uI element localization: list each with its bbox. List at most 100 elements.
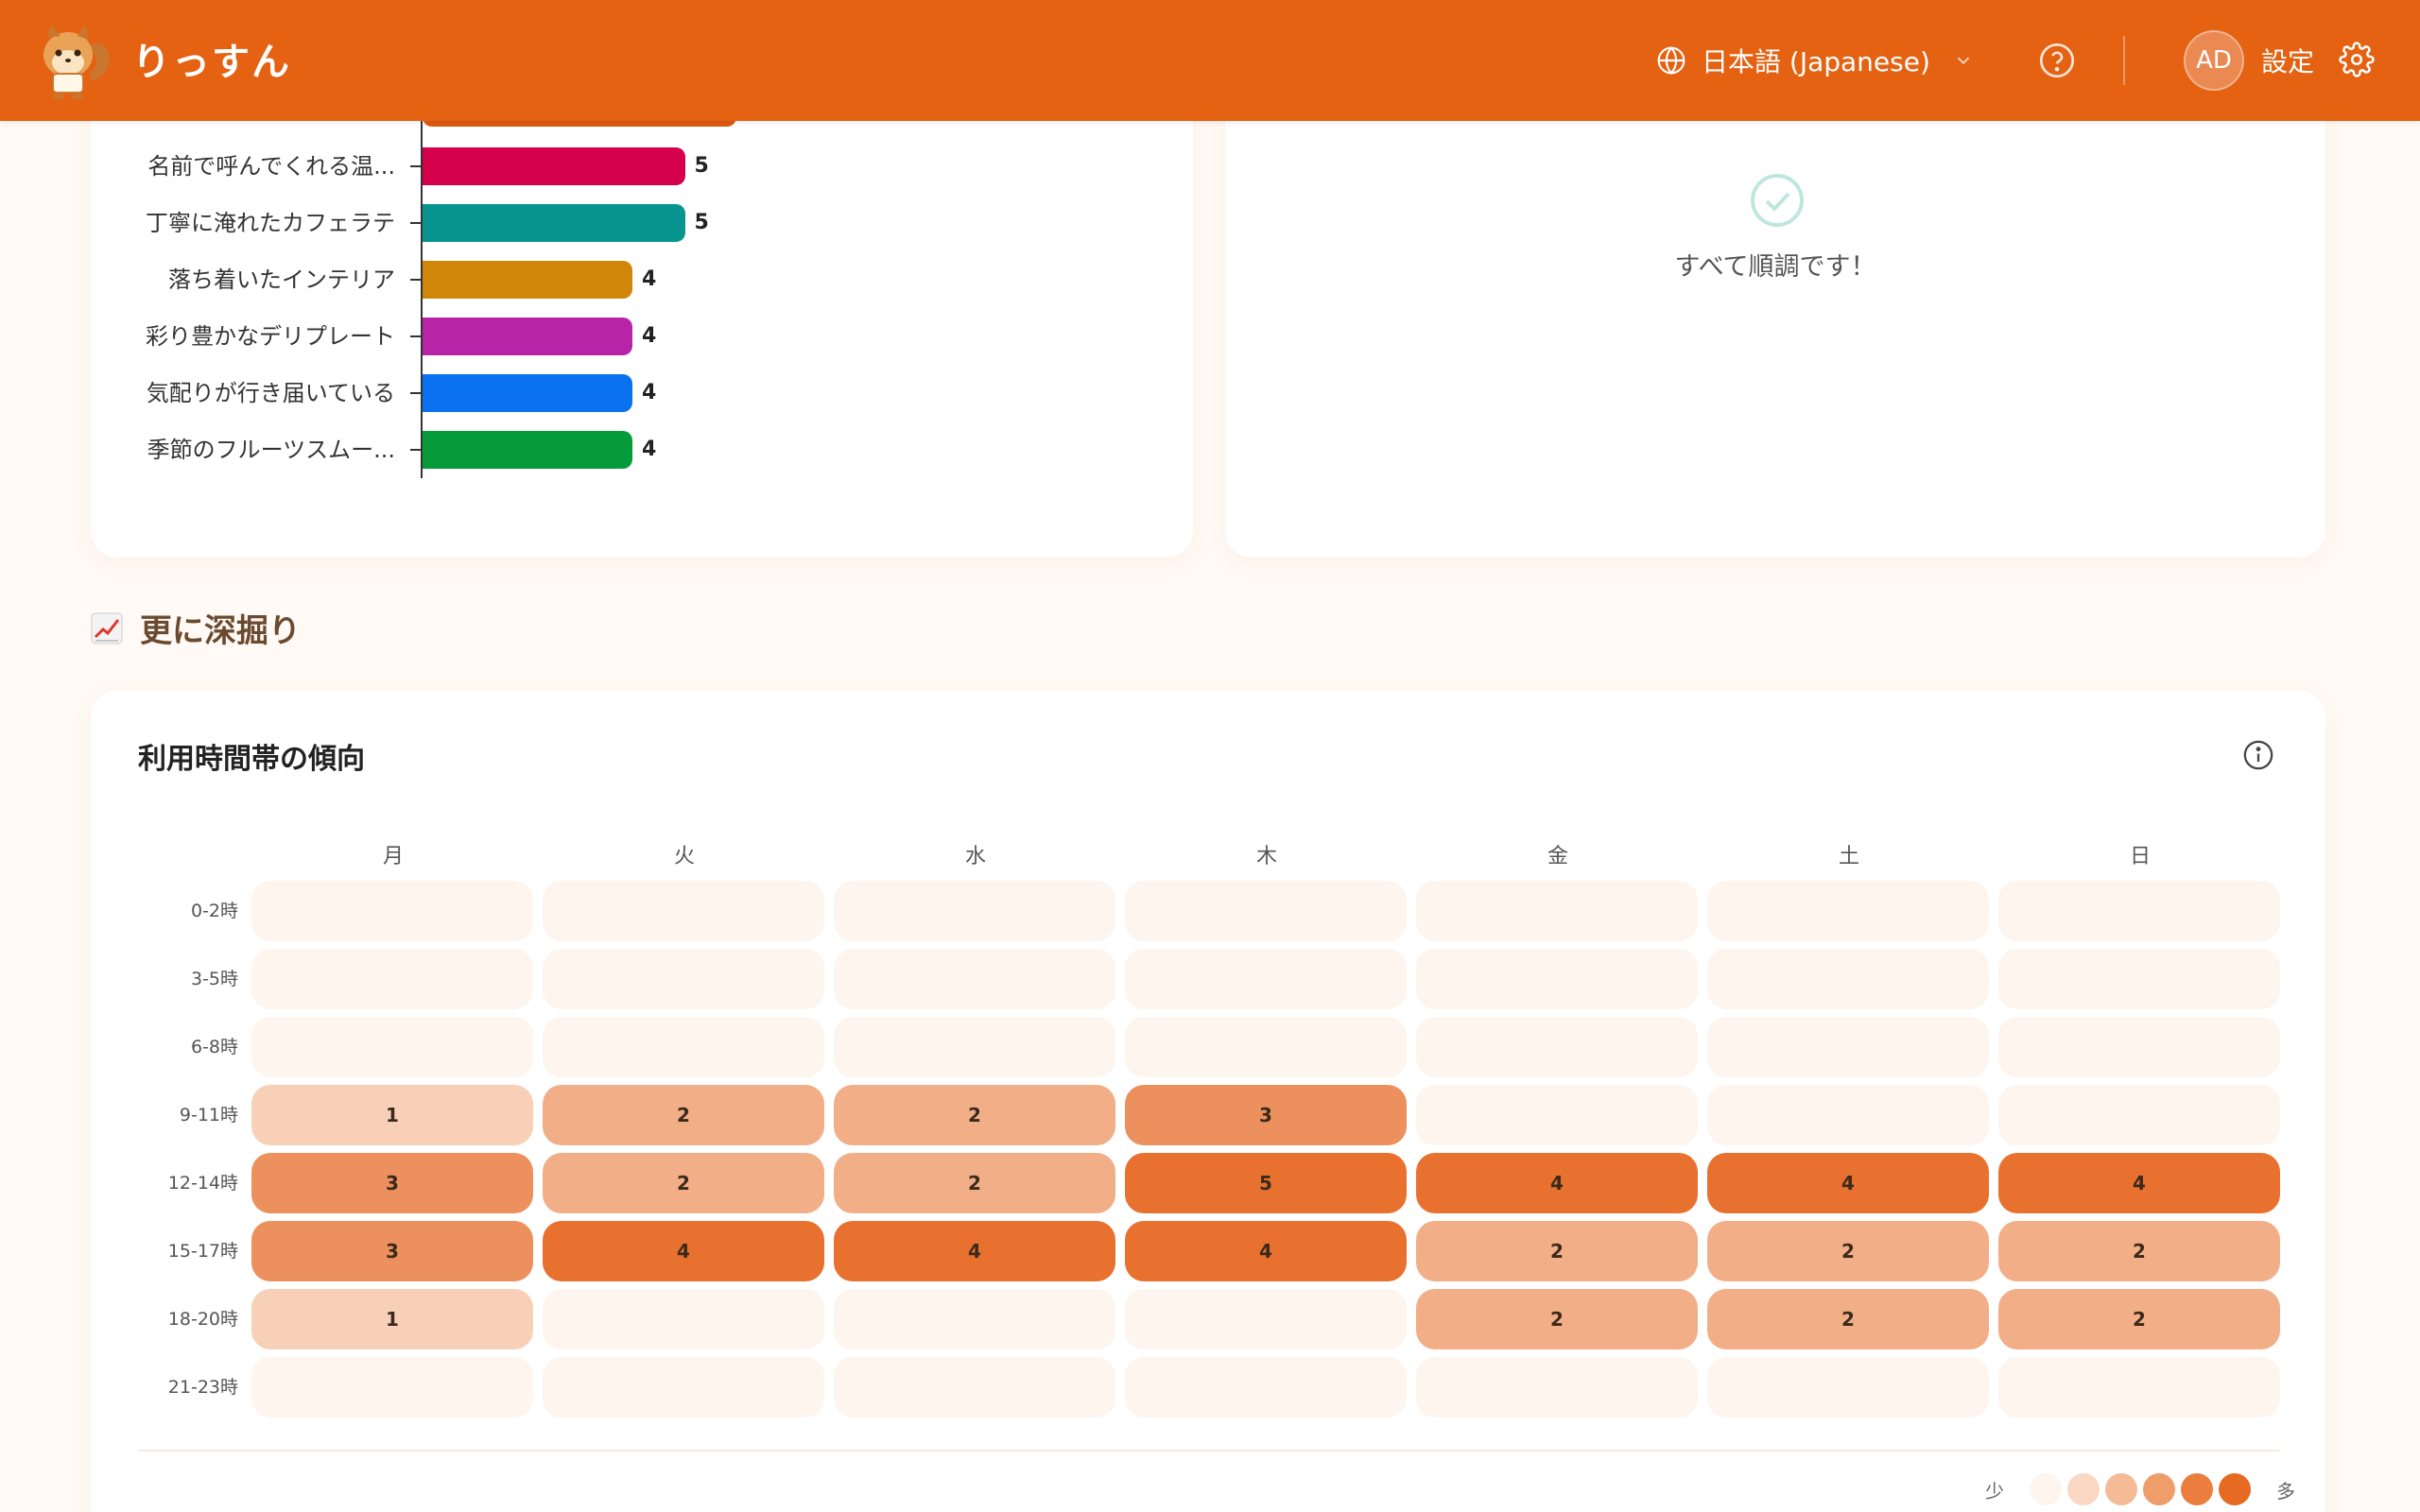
legend-scale	[2027, 1473, 2254, 1505]
heatmap-cell[interactable]	[543, 1017, 824, 1077]
settings-link[interactable]: 設定	[2261, 42, 2314, 79]
bar[interactable]	[423, 318, 632, 355]
bar-label: 季節のフルーツスムー...	[147, 437, 395, 463]
heatmap-cell[interactable]	[251, 1357, 533, 1418]
heatmap-cell[interactable]: 2	[1416, 1289, 1698, 1349]
bar-value-label: 4	[642, 324, 657, 348]
bar[interactable]	[423, 261, 632, 299]
hour-row-label: 9-11時	[179, 1105, 238, 1125]
heatmap-cell[interactable]: 4	[543, 1221, 824, 1281]
heatmap-cell[interactable]	[1998, 1085, 2280, 1145]
heatmap-cell[interactable]	[1998, 1017, 2280, 1077]
heatmap-cell[interactable]	[1125, 949, 1407, 1009]
heatmap-cell[interactable]	[1707, 1085, 1989, 1145]
heatmap-cell[interactable]	[1707, 1357, 1989, 1418]
heatmap-cell[interactable]: 2	[543, 1153, 824, 1213]
heatmap-cell[interactable]	[1416, 1085, 1698, 1145]
help-icon[interactable]	[2038, 42, 2076, 79]
heatmap-cell[interactable]: 2	[1707, 1289, 1989, 1349]
heatmap-cell[interactable]	[1416, 881, 1698, 941]
chevron-down-icon	[1957, 57, 1970, 65]
gear-icon[interactable]	[2339, 42, 2375, 77]
heatmap-cell[interactable]: 2	[1416, 1221, 1698, 1281]
bar-value-label: 5	[694, 154, 709, 178]
day-column-label: 土	[1838, 845, 1859, 868]
heatmap-cell[interactable]	[1416, 949, 1698, 1009]
heatmap-cell[interactable]	[834, 1017, 1115, 1077]
heatmap-cell[interactable]	[251, 881, 533, 941]
heatmap-cell[interactable]	[1998, 881, 2280, 941]
status-message: すべて順調です！	[1674, 252, 1876, 282]
bar-label: 丁寧に淹れたカフェラテ	[146, 210, 395, 236]
heatmap-cell[interactable]: 1	[251, 1289, 533, 1349]
heatmap-cell[interactable]: 2	[543, 1085, 824, 1145]
bar[interactable]	[423, 147, 685, 185]
heatmap-cell[interactable]: 4	[1125, 1221, 1407, 1281]
heatmap-cell[interactable]	[543, 949, 824, 1009]
bar-label: 気配りが行き届いている	[146, 380, 395, 406]
info-icon[interactable]	[2242, 739, 2274, 771]
legend-swatch	[2219, 1473, 2251, 1505]
bar-value-label: 5	[694, 211, 709, 234]
heatmap-legend: 少 多	[1985, 1470, 2295, 1508]
app-logo[interactable]: りっすん	[34, 17, 291, 100]
day-column-label: 月	[382, 845, 404, 868]
hour-row-label: 12-14時	[167, 1173, 238, 1194]
heatmap-cell[interactable]: 2	[1707, 1221, 1989, 1281]
heatmap-cell[interactable]	[1998, 1357, 2280, 1418]
heatmap-cell[interactable]	[1125, 1357, 1407, 1418]
bar[interactable]	[423, 374, 632, 412]
heatmap-cell[interactable]	[543, 1289, 824, 1349]
heatmap-cell[interactable]	[1707, 949, 1989, 1009]
heatmap-cell[interactable]	[834, 1357, 1115, 1418]
language-selector[interactable]: 日本語 (Japanese)	[1656, 34, 1989, 87]
heatmap-cell[interactable]: 2	[834, 1153, 1115, 1213]
heatmap-cell[interactable]: 2	[1998, 1289, 2280, 1349]
heatmap-cell[interactable]: 3	[251, 1221, 533, 1281]
heatmap-cell[interactable]	[1998, 949, 2280, 1009]
legend-swatch	[2030, 1473, 2062, 1505]
hour-row-label: 18-20時	[167, 1309, 238, 1330]
heatmap-cell[interactable]: 4	[1998, 1153, 2280, 1213]
legend-swatch	[2143, 1473, 2175, 1505]
bar-row: 彩り豊かなデリプレート 4	[91, 318, 1131, 355]
heatmap-cell[interactable]	[251, 949, 533, 1009]
day-column-label: 金	[1547, 845, 1568, 868]
heatmap-cell[interactable]	[543, 881, 824, 941]
heatmap-cell[interactable]	[1707, 881, 1989, 941]
heatmap-cell[interactable]: 4	[834, 1221, 1115, 1281]
heatmap-cell[interactable]	[1416, 1357, 1698, 1418]
user-avatar[interactable]: AD	[2184, 30, 2244, 91]
heatmap-cell[interactable]: 4	[1707, 1153, 1989, 1213]
header-divider	[2123, 36, 2125, 85]
heatmap-cell[interactable]: 2	[1998, 1221, 2280, 1281]
heatmap-cell[interactable]	[1125, 881, 1407, 941]
hour-row-label: 21-23時	[167, 1377, 238, 1398]
heatmap-cell[interactable]	[1125, 1289, 1407, 1349]
check-circle-icon	[1751, 174, 1804, 227]
heatmap-cell[interactable]	[543, 1357, 824, 1418]
heatmap-cell[interactable]: 3	[1125, 1085, 1407, 1145]
heatmap-cell[interactable]: 5	[1125, 1153, 1407, 1213]
section-title-text: 更に深掘り	[140, 612, 301, 650]
heatmap-cell[interactable]	[1416, 1017, 1698, 1077]
bar-row: 落ち着いたインテリア 4	[91, 261, 1131, 299]
bar[interactable]	[423, 431, 632, 469]
heatmap-cell[interactable]	[1125, 1017, 1407, 1077]
bar-row: 丁寧に淹れたカフェラテ 5	[91, 204, 1131, 242]
heatmap-cell[interactable]: 1	[251, 1085, 533, 1145]
heatmap-cell[interactable]	[834, 1289, 1115, 1349]
heatmap-cell[interactable]	[251, 1017, 533, 1077]
bar-row: 気配りが行き届いている 4	[91, 374, 1131, 412]
hour-row-label: 15-17時	[167, 1241, 238, 1262]
bar[interactable]	[423, 204, 685, 242]
heatmap-cell[interactable]: 3	[251, 1153, 533, 1213]
heatmap-cell[interactable]	[1707, 1017, 1989, 1077]
heatmap-cell[interactable]: 2	[834, 1085, 1115, 1145]
language-label: 日本語 (Japanese)	[1702, 46, 1930, 77]
heatmap-cell[interactable]: 4	[1416, 1153, 1698, 1213]
heatmap-cell[interactable]	[834, 949, 1115, 1009]
heatmap-cell[interactable]	[834, 881, 1115, 941]
globe-icon	[1657, 46, 1685, 75]
legend-high-label: 多	[2276, 1479, 2295, 1503]
